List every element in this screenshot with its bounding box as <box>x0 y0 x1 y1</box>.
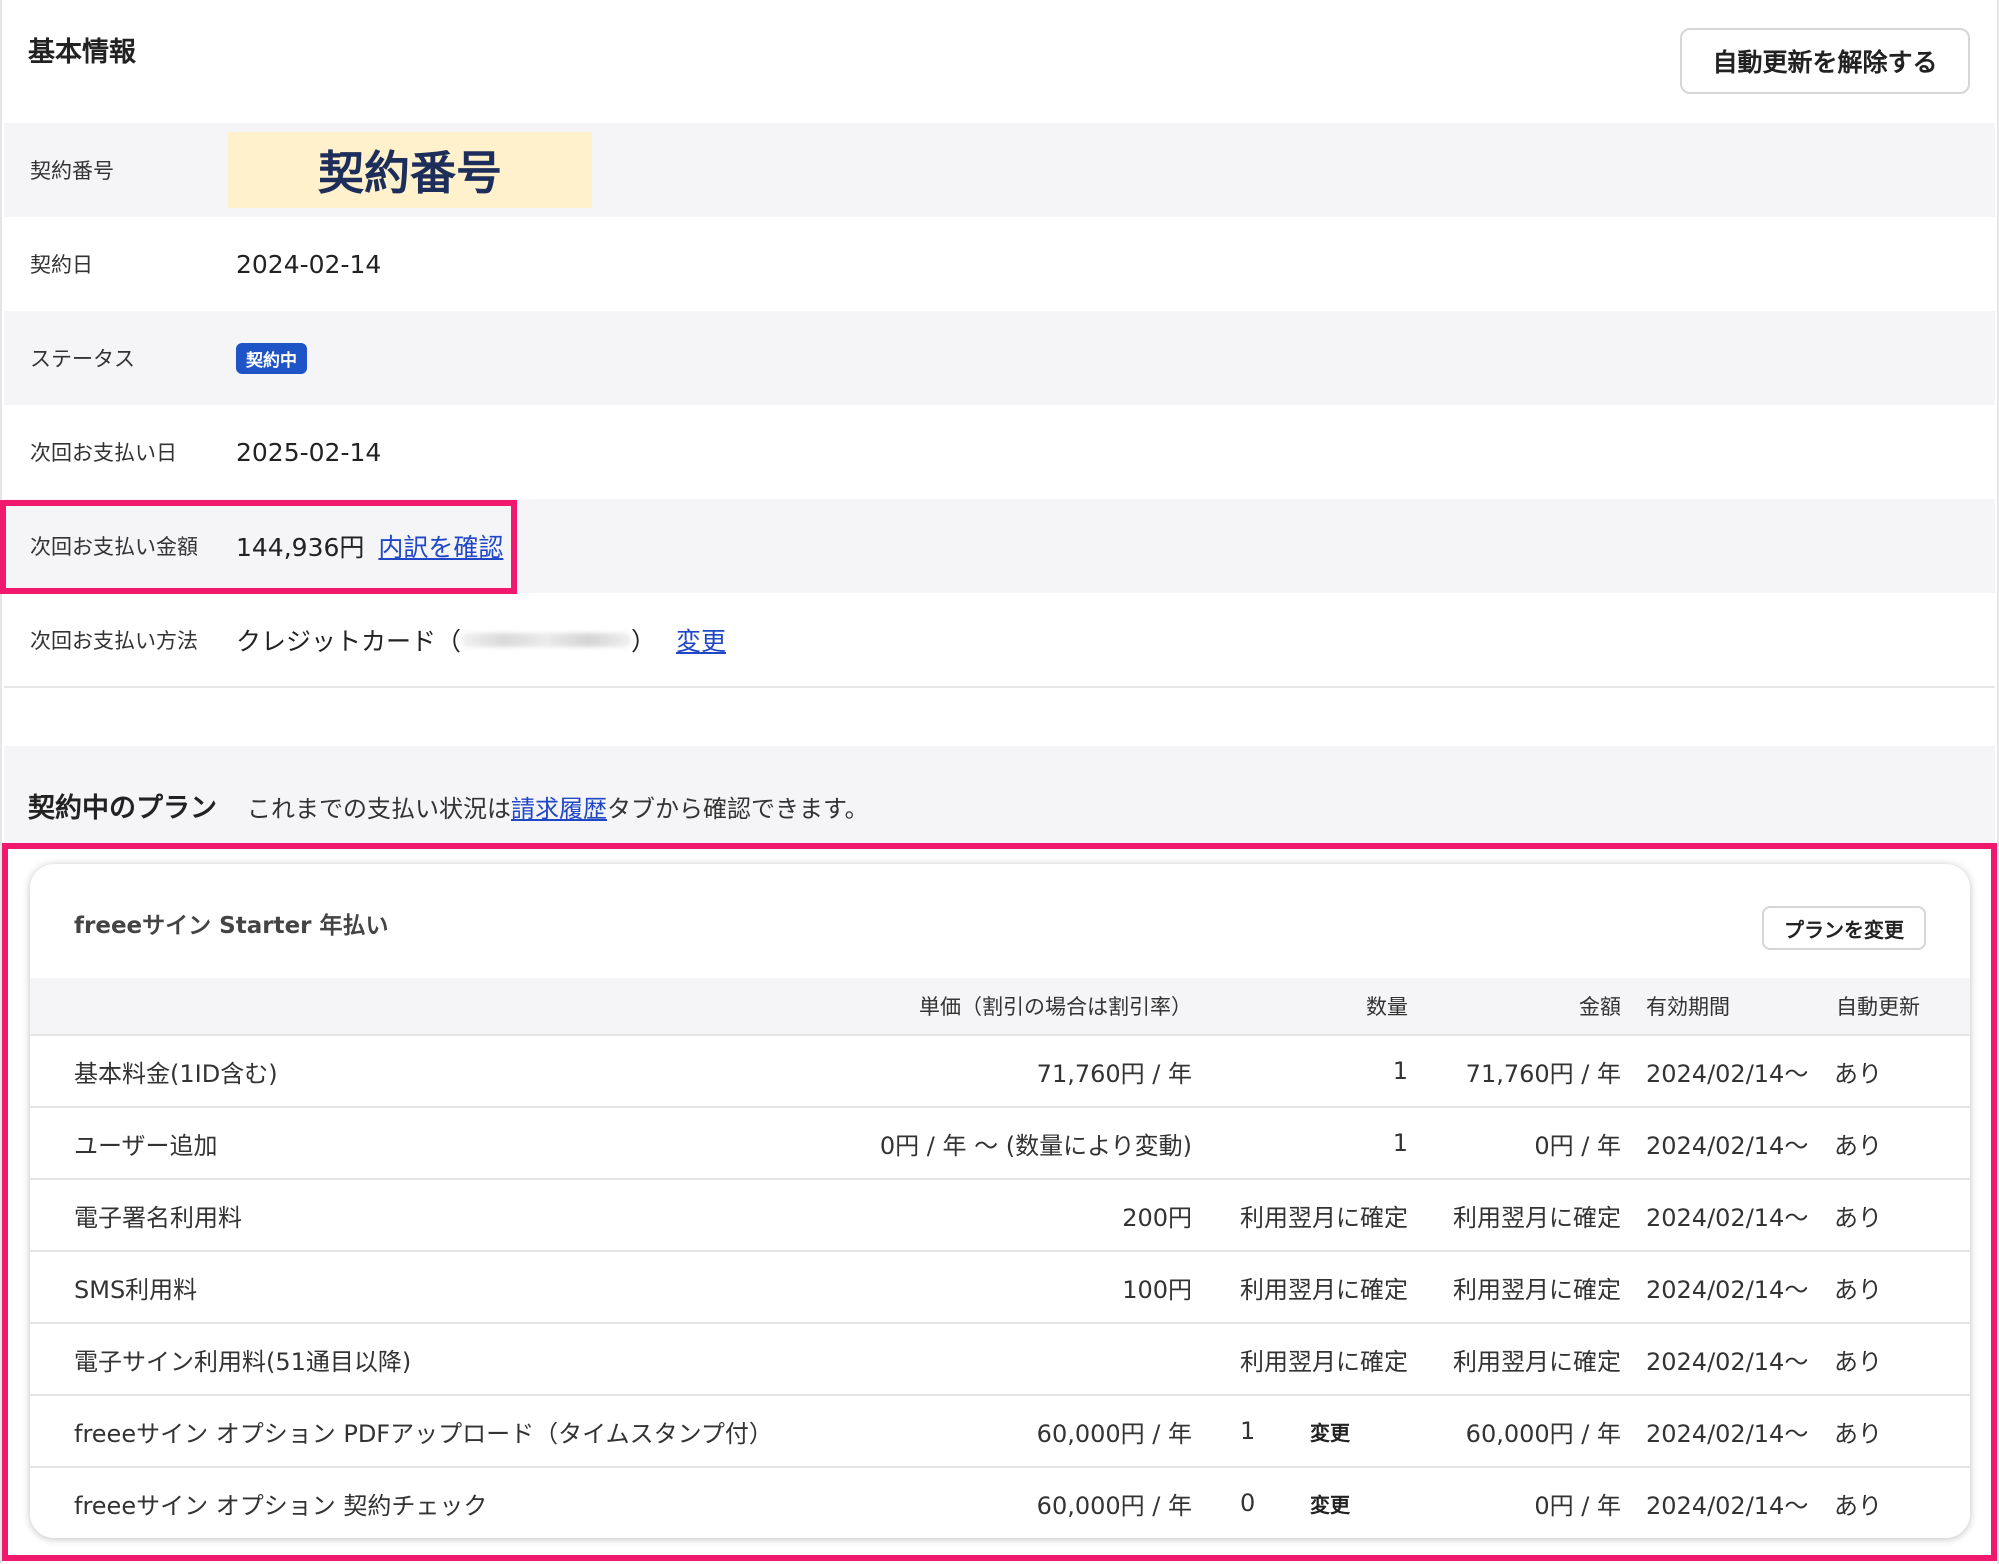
row-name: SMS利用料 <box>74 1275 198 1304</box>
next-payment-date-value: 2025-02-14 <box>236 437 382 467</box>
col-quantity: 数量 <box>1366 995 1408 1019</box>
contract-date-label: 契約日 <box>30 253 93 277</box>
next-payment-date-label: 次回お支払い日 <box>30 441 177 465</box>
col-unit-price: 単価（割引の場合は割引率） <box>919 995 1192 1019</box>
row-unit-price: 200円 <box>1122 1203 1192 1232</box>
contract-number-redaction: 契約番号 <box>228 132 592 208</box>
contract-date-row: 契約日 2024-02-14 <box>4 217 1995 311</box>
status-label: ステータス <box>30 347 135 371</box>
row-unit-price: 0円 / 年 〜 (数量により変動) <box>879 1131 1192 1160</box>
row-amount: 0円 / 年 <box>1534 1491 1621 1520</box>
plans-note-after: タブから確認できます。 <box>607 795 869 823</box>
next-payment-method-cell: クレジットカード（ ） 変更 <box>236 593 726 687</box>
plan-card: freeeサイン Starter 年払い プランを変更 単価（割引の場合は割引率… <box>30 864 1970 1538</box>
col-amount: 金額 <box>1579 995 1621 1019</box>
table-row: ユーザー追加 0円 / 年 〜 (数量により変動) 1 0円 / 年 2024/… <box>30 1106 1970 1178</box>
change-payment-method-link[interactable]: 変更 <box>676 622 726 658</box>
row-name: ユーザー追加 <box>74 1131 218 1160</box>
contract-number-row: 契約番号 契約番号 <box>4 123 1995 217</box>
change-plan-button[interactable]: プランを変更 <box>1762 906 1926 950</box>
next-payment-date-row: 次回お支払い日 2025-02-14 <box>4 405 1995 499</box>
table-row: freeeサイン オプション PDFアップロード（タイムスタンプ付） 60,00… <box>30 1394 1970 1466</box>
row-amount: 0円 / 年 <box>1534 1131 1621 1160</box>
table-row: freeeサイン オプション 契約チェック 60,000円 / 年 0 変更 0… <box>30 1466 1970 1538</box>
change-quantity-button[interactable]: 変更 <box>1310 1396 1350 1466</box>
row-period: 2024/02/14〜 <box>1646 1491 1809 1520</box>
row-unit-price: 60,000円 / 年 <box>1036 1491 1192 1520</box>
row-quantity: 利用翌月に確定 <box>1240 1275 1408 1304</box>
row-amount: 71,760円 / 年 <box>1465 1059 1621 1088</box>
next-payment-method-label: 次回お支払い方法 <box>30 629 198 653</box>
row-period: 2024/02/14〜 <box>1646 1347 1809 1376</box>
info-divider <box>4 686 1995 688</box>
col-period: 有効期間 <box>1646 995 1730 1019</box>
row-auto-renew: あり <box>1834 1419 1882 1448</box>
row-period: 2024/02/14〜 <box>1646 1131 1809 1160</box>
row-quantity: 1 <box>1392 1129 1408 1157</box>
row-unit-price: 100円 <box>1122 1275 1192 1304</box>
next-payment-method-row: 次回お支払い方法 クレジットカード（ ） 変更 <box>4 593 1995 687</box>
contract-number-value: 契約番号 <box>318 146 502 200</box>
row-period: 2024/02/14〜 <box>1646 1059 1809 1088</box>
row-amount: 利用翌月に確定 <box>1453 1275 1621 1304</box>
row-name: freeeサイン オプション PDFアップロード（タイムスタンプ付） <box>74 1419 773 1448</box>
payment-amount-highlight <box>0 500 517 594</box>
row-quantity: 利用翌月に確定 <box>1240 1203 1408 1232</box>
card-number-blurred <box>461 633 632 647</box>
status-value-cell: 契約中 <box>236 311 307 405</box>
cancel-auto-renew-button[interactable]: 自動更新を解除する <box>1680 28 1970 94</box>
row-quantity: 1 <box>1392 1057 1408 1085</box>
row-quantity: 利用翌月に確定 <box>1240 1347 1408 1376</box>
row-auto-renew: あり <box>1834 1059 1882 1088</box>
row-quantity: 0 <box>1240 1489 1256 1517</box>
contract-date-value: 2024-02-14 <box>236 249 382 279</box>
row-unit-price: 71,760円 / 年 <box>1036 1059 1192 1088</box>
change-quantity-button[interactable]: 変更 <box>1310 1468 1350 1538</box>
row-amount: 利用翌月に確定 <box>1453 1347 1621 1376</box>
table-row: 電子署名利用料 200円 利用翌月に確定 利用翌月に確定 2024/02/14〜… <box>30 1178 1970 1250</box>
row-period: 2024/02/14〜 <box>1646 1419 1809 1448</box>
row-period: 2024/02/14〜 <box>1646 1275 1809 1304</box>
plans-note: これまでの支払い状況は請求履歴タブから確認できます。 <box>247 789 869 824</box>
table-row: SMS利用料 100円 利用翌月に確定 利用翌月に確定 2024/02/14〜 … <box>30 1250 1970 1322</box>
row-period: 2024/02/14〜 <box>1646 1203 1809 1232</box>
payment-method-suffix: ） <box>631 627 657 656</box>
contract-number-label: 契約番号 <box>30 159 114 183</box>
row-amount: 利用翌月に確定 <box>1453 1203 1621 1232</box>
row-name: 電子サイン利用料(51通目以降) <box>74 1347 412 1376</box>
payment-method-prefix: クレジットカード（ <box>236 627 462 656</box>
table-row: 電子サイン利用料(51通目以降) 利用翌月に確定 利用翌月に確定 2024/02… <box>30 1322 1970 1394</box>
basic-info-title: 基本情報 <box>28 37 136 68</box>
billing-history-link[interactable]: 請求履歴 <box>511 795 607 823</box>
row-auto-renew: あり <box>1834 1275 1882 1304</box>
row-auto-renew: あり <box>1834 1131 1882 1160</box>
status-row: ステータス 契約中 <box>4 311 1995 405</box>
col-auto-renew: 自動更新 <box>1836 995 1920 1019</box>
row-unit-price: 60,000円 / 年 <box>1036 1419 1192 1448</box>
row-auto-renew: あり <box>1834 1347 1882 1376</box>
row-amount: 60,000円 / 年 <box>1465 1419 1621 1448</box>
plans-title: 契約中のプラン <box>28 793 217 824</box>
plan-table-header: 単価（割引の場合は割引率） 数量 金額 有効期間 自動更新 <box>30 978 1970 1034</box>
plan-name: freeeサイン Starter 年払い <box>74 913 389 939</box>
row-auto-renew: あり <box>1834 1491 1882 1520</box>
row-auto-renew: あり <box>1834 1203 1882 1232</box>
plans-heading: 契約中のプラン これまでの支払い状況は請求履歴タブから確認できます。 <box>28 786 869 825</box>
row-name: 電子署名利用料 <box>74 1203 242 1232</box>
row-name: freeeサイン オプション 契約チェック <box>74 1491 488 1520</box>
table-row: 基本料金(1ID含む) 71,760円 / 年 1 71,760円 / 年 20… <box>30 1034 1970 1106</box>
status-badge: 契約中 <box>236 342 307 374</box>
row-quantity: 1 <box>1240 1417 1256 1445</box>
row-name: 基本料金(1ID含む) <box>74 1059 278 1088</box>
plans-note-before: これまでの支払い状況は <box>247 795 511 823</box>
